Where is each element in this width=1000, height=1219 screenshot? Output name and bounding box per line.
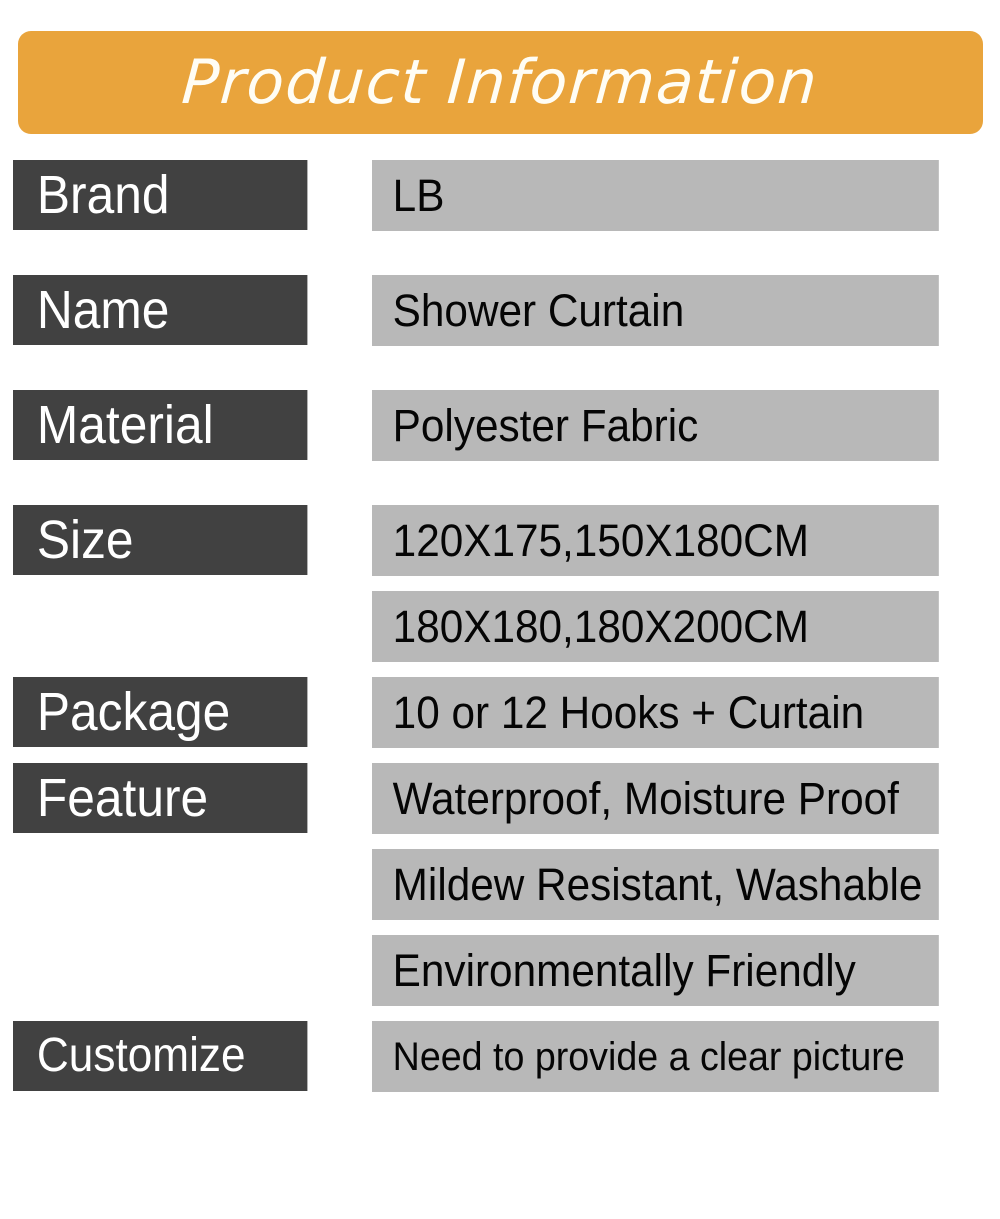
- table-row: Size 120X175,150X180CM 180X180,180X200CM: [0, 505, 1000, 662]
- value-column: Need to provide a clear picture: [372, 1021, 1000, 1092]
- table-row: Feature Waterproof, Moisture Proof Milde…: [0, 763, 1000, 1006]
- label-column: Size: [0, 505, 372, 575]
- row-value-feature-3: Environmentally Friendly: [372, 935, 939, 1006]
- row-spacer: [0, 461, 1000, 505]
- row-spacer: [0, 231, 1000, 275]
- row-value-feature-2: Mildew Resistant, Washable: [372, 849, 939, 920]
- row-spacer: [0, 346, 1000, 390]
- value-column: 120X175,150X180CM 180X180,180X200CM: [372, 505, 1000, 662]
- label-column: Customize: [0, 1021, 372, 1091]
- value-column: LB: [372, 160, 1000, 231]
- value-spacer: [372, 920, 975, 935]
- label-column: Name: [0, 275, 372, 345]
- label-column: Brand: [0, 160, 372, 230]
- value-column: Shower Curtain: [372, 275, 1000, 346]
- row-value-size-1: 120X175,150X180CM: [372, 505, 939, 576]
- value-spacer: [372, 834, 975, 849]
- row-value-material: Polyester Fabric: [372, 390, 939, 461]
- row-value-name: Shower Curtain: [372, 275, 939, 346]
- row-label-material: Material: [13, 390, 308, 460]
- label-column: Material: [0, 390, 372, 460]
- row-label-name: Name: [13, 275, 308, 345]
- row-label-package: Package: [13, 677, 308, 747]
- table-row: Name Shower Curtain: [0, 275, 1000, 346]
- value-column: 10 or 12 Hooks + Curtain: [372, 677, 1000, 748]
- row-label-brand: Brand: [13, 160, 308, 230]
- table-row: Material Polyester Fabric: [0, 390, 1000, 461]
- value-column: Polyester Fabric: [372, 390, 1000, 461]
- table-row: Package 10 or 12 Hooks + Curtain: [0, 677, 1000, 748]
- row-spacer: [0, 748, 1000, 763]
- label-column: Package: [0, 677, 372, 747]
- row-value-brand: LB: [372, 160, 939, 231]
- product-information-sheet: Product Information Brand LB Name Shower…: [0, 0, 1000, 1219]
- row-label-size: Size: [13, 505, 308, 575]
- page-title: Product Information: [179, 47, 822, 118]
- row-spacer: [0, 662, 1000, 677]
- row-label-feature: Feature: [13, 763, 308, 833]
- table-row: Customize Need to provide a clear pictur…: [0, 1021, 1000, 1092]
- row-spacer: [0, 1006, 1000, 1021]
- product-information-table: Brand LB Name Shower Curtain Material Po…: [0, 160, 1000, 1092]
- value-column: Waterproof, Moisture Proof Mildew Resist…: [372, 763, 1000, 1006]
- label-column: Feature: [0, 763, 372, 833]
- value-spacer: [372, 576, 975, 591]
- product-information-banner: Product Information: [18, 31, 983, 134]
- table-row: Brand LB: [0, 160, 1000, 231]
- row-value-customize: Need to provide a clear picture: [372, 1021, 939, 1092]
- row-value-package: 10 or 12 Hooks + Curtain: [372, 677, 939, 748]
- row-value-size-2: 180X180,180X200CM: [372, 591, 939, 662]
- row-label-customize: Customize: [13, 1021, 308, 1091]
- row-value-feature-1: Waterproof, Moisture Proof: [372, 763, 939, 834]
